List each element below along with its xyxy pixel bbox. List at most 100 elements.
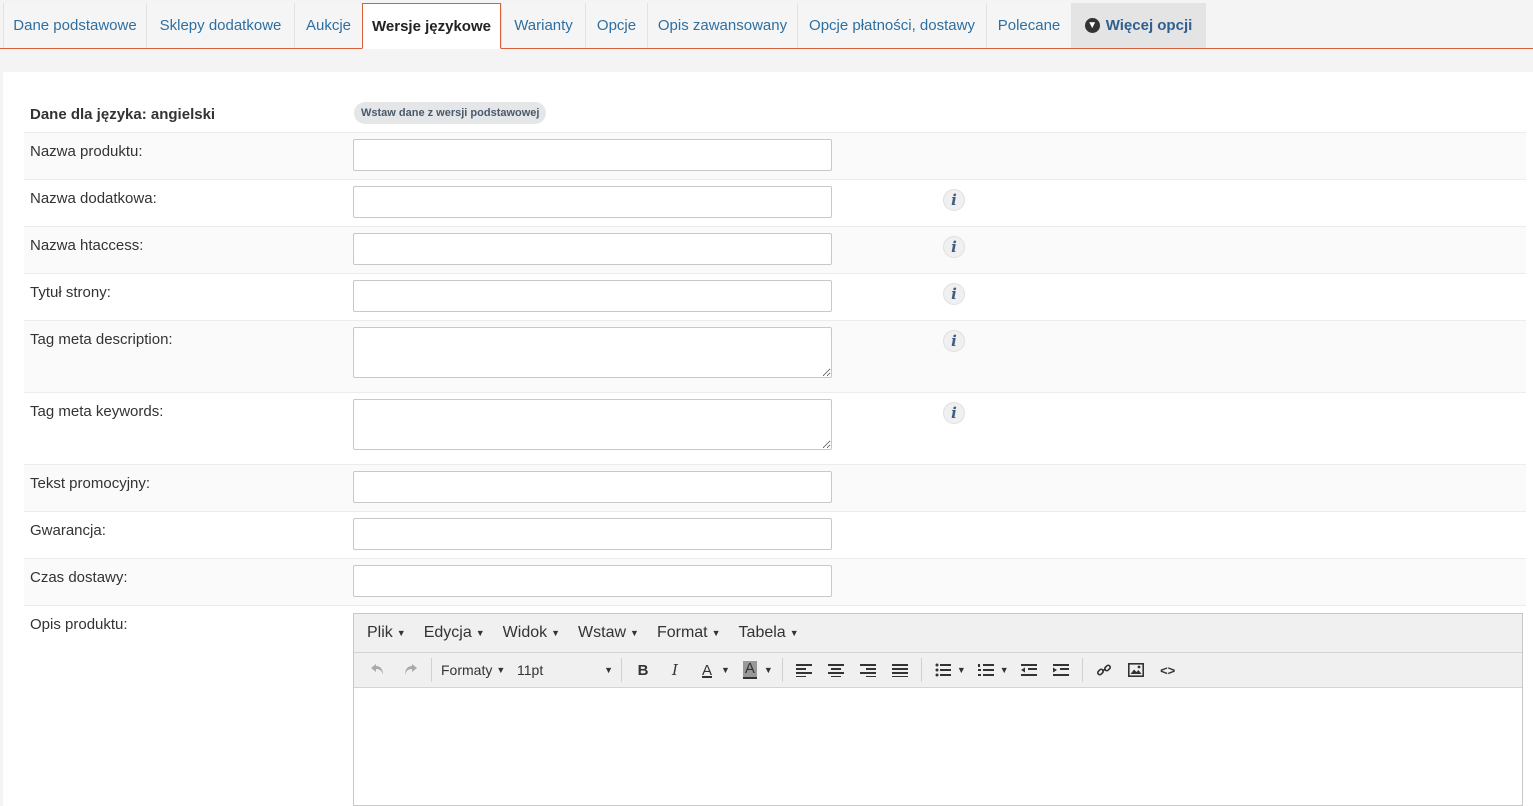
italic-icon[interactable]: I <box>662 657 688 683</box>
numbered-list-icon[interactable] <box>973 657 999 683</box>
menu-widok[interactable]: Widok ▼ <box>503 624 560 642</box>
caret-down-icon[interactable]: ▼ <box>1000 665 1009 675</box>
menu-label: Widok <box>502 624 548 641</box>
tab-label: Sklepy dodatkowe <box>159 17 282 34</box>
editor-content-area[interactable] <box>354 688 1522 805</box>
menu-edycja[interactable]: Edycja ▼ <box>424 624 485 642</box>
form-row-czas-dostawy: Czas dostawy: <box>24 558 1526 605</box>
menu-wstaw[interactable]: Wstaw ▼ <box>578 624 639 642</box>
font-size-dropdown[interactable]: 11pt ▼ <box>517 662 613 678</box>
language-version-panel: Dane dla języka: angielski Wstaw dane z … <box>3 72 1533 806</box>
toolbar-separator <box>431 658 432 682</box>
indent-icon[interactable] <box>1048 657 1074 683</box>
toolbar-separator <box>781 658 783 682</box>
field-label: Tekst promocyjny: <box>30 475 151 492</box>
tab-wiecej-opcji[interactable]: ▼ Więcej opcji <box>1071 3 1206 48</box>
menu-format[interactable]: Format ▼ <box>657 624 721 642</box>
menu-label: Plik <box>367 624 393 641</box>
caret-down-icon: ▼ <box>475 628 485 638</box>
language-header-row: Dane dla języka: angielski Wstaw dane z … <box>24 92 1526 132</box>
caret-down-icon: ▼ <box>551 628 561 638</box>
background-color-icon[interactable]: A <box>737 657 763 683</box>
tab-opcje-platnosci[interactable]: Opcje płatności, dostawy <box>797 3 986 48</box>
tab-label: Opcje <box>596 17 637 34</box>
info-icon[interactable]: i <box>943 283 965 305</box>
link-icon[interactable] <box>1091 657 1117 683</box>
field-label: Tag meta description: <box>30 331 173 348</box>
toolbar-separator <box>621 658 622 682</box>
page-title-input[interactable] <box>353 280 832 312</box>
htaccess-name-input[interactable] <box>353 233 832 265</box>
menu-label: Wstaw <box>578 624 627 641</box>
field-label: Nazwa htaccess: <box>30 237 144 254</box>
tab-label: Dane podstawowe <box>13 17 137 34</box>
bold-icon[interactable]: B <box>630 657 656 683</box>
insert-base-data-button[interactable]: Wstaw dane z wersji podstawowej <box>354 102 547 124</box>
undo-icon[interactable] <box>365 657 391 683</box>
menu-plik[interactable]: Plik ▼ <box>367 624 406 642</box>
caret-down-icon: ▼ <box>396 628 406 638</box>
field-label: Opis produktu: <box>30 616 128 633</box>
field-label: Gwarancja: <box>30 522 106 539</box>
meta-description-textarea[interactable] <box>353 327 832 378</box>
caret-down-icon[interactable]: ▼ <box>764 665 773 675</box>
info-icon[interactable]: i <box>943 236 965 258</box>
menu-tabela[interactable]: Tabela ▼ <box>739 624 799 642</box>
outdent-icon[interactable] <box>1016 657 1042 683</box>
toolbar-separator <box>1081 658 1083 682</box>
promo-text-input[interactable] <box>353 471 832 503</box>
editor-toolbar: Formaty ▼ 11pt ▼ B I A ▼ A ▼ ▼ ▼ <> <box>354 653 1522 688</box>
tab-label: Wersje językowe <box>372 17 491 35</box>
align-right-icon[interactable] <box>855 657 881 683</box>
tab-opis-zawansowany[interactable]: Opis zawansowany <box>647 3 797 48</box>
editor-menubar: Plik ▼ Edycja ▼ Widok ▼ Wstaw ▼ Format ▼ Tabe… <box>354 614 1522 653</box>
bullet-list-icon[interactable] <box>930 657 956 683</box>
form-row-nazwa-dodatkowa: Nazwa dodatkowa: i <box>24 179 1526 226</box>
caret-down-icon: ▼ <box>789 628 799 638</box>
delivery-time-input[interactable] <box>353 565 832 597</box>
menu-label: Format <box>656 624 708 641</box>
caret-down-icon[interactable]: ▼ <box>721 665 730 675</box>
tab-label: Polecane <box>997 17 1061 34</box>
caret-down-icon: ▼ <box>604 665 613 675</box>
tab-label: Opis zawansowany <box>657 17 788 34</box>
product-description-editor: Plik ▼ Edycja ▼ Widok ▼ Wstaw ▼ Format ▼ Tabe… <box>353 613 1523 806</box>
info-icon[interactable]: i <box>943 330 965 352</box>
align-center-icon[interactable] <box>823 657 849 683</box>
tab-label: Opcje płatności, dostawy <box>809 17 975 34</box>
text-color-icon[interactable]: A <box>694 657 720 683</box>
redo-icon[interactable] <box>397 657 423 683</box>
caret-down-icon[interactable]: ▼ <box>957 665 966 675</box>
tab-bar: Dane podstawowe Sklepy dodatkowe Aukcje … <box>0 0 1533 49</box>
info-icon[interactable]: i <box>943 189 965 211</box>
info-icon[interactable]: i <box>943 402 965 424</box>
align-justify-icon[interactable] <box>887 657 913 683</box>
tab-polecane[interactable]: Polecane <box>986 3 1071 48</box>
product-name-input[interactable] <box>353 139 832 171</box>
language-header-label: Dane dla języka: angielski <box>30 106 216 123</box>
source-code-icon[interactable]: <> <box>1155 657 1181 683</box>
tab-label: Więcej opcji <box>1105 17 1193 34</box>
tab-dane-podstawowe[interactable]: Dane podstawowe <box>3 3 146 48</box>
tab-wersje-jezykowe[interactable]: Wersje językowe <box>362 3 501 49</box>
toolbar-separator <box>920 658 922 682</box>
form-row-nazwa-htaccess: Nazwa htaccess: i <box>24 226 1526 273</box>
formats-dropdown[interactable]: Formaty ▼ <box>441 662 511 678</box>
tab-sklepy-dodatkowe[interactable]: Sklepy dodatkowe <box>146 3 294 48</box>
image-icon[interactable] <box>1123 657 1149 683</box>
align-left-icon[interactable] <box>791 657 817 683</box>
field-label: Nazwa dodatkowa: <box>30 190 157 207</box>
warranty-input[interactable] <box>353 518 832 550</box>
field-label: Tytuł strony: <box>30 284 111 301</box>
additional-name-input[interactable] <box>353 186 832 218</box>
tab-warianty[interactable]: Warianty <box>501 3 585 48</box>
form-row-meta-description: Tag meta description: i <box>24 320 1526 392</box>
form-row-tytul-strony: Tytuł strony: i <box>24 273 1526 320</box>
caret-down-icon: ▼ <box>496 665 506 675</box>
form-row-meta-keywords: Tag meta keywords: i <box>24 392 1526 464</box>
formats-label: Formaty <box>441 662 493 678</box>
field-label: Tag meta keywords: <box>30 403 164 420</box>
meta-keywords-textarea[interactable] <box>353 399 832 450</box>
tab-opcje[interactable]: Opcje <box>585 3 647 48</box>
tab-aukcje[interactable]: Aukcje <box>294 3 362 48</box>
